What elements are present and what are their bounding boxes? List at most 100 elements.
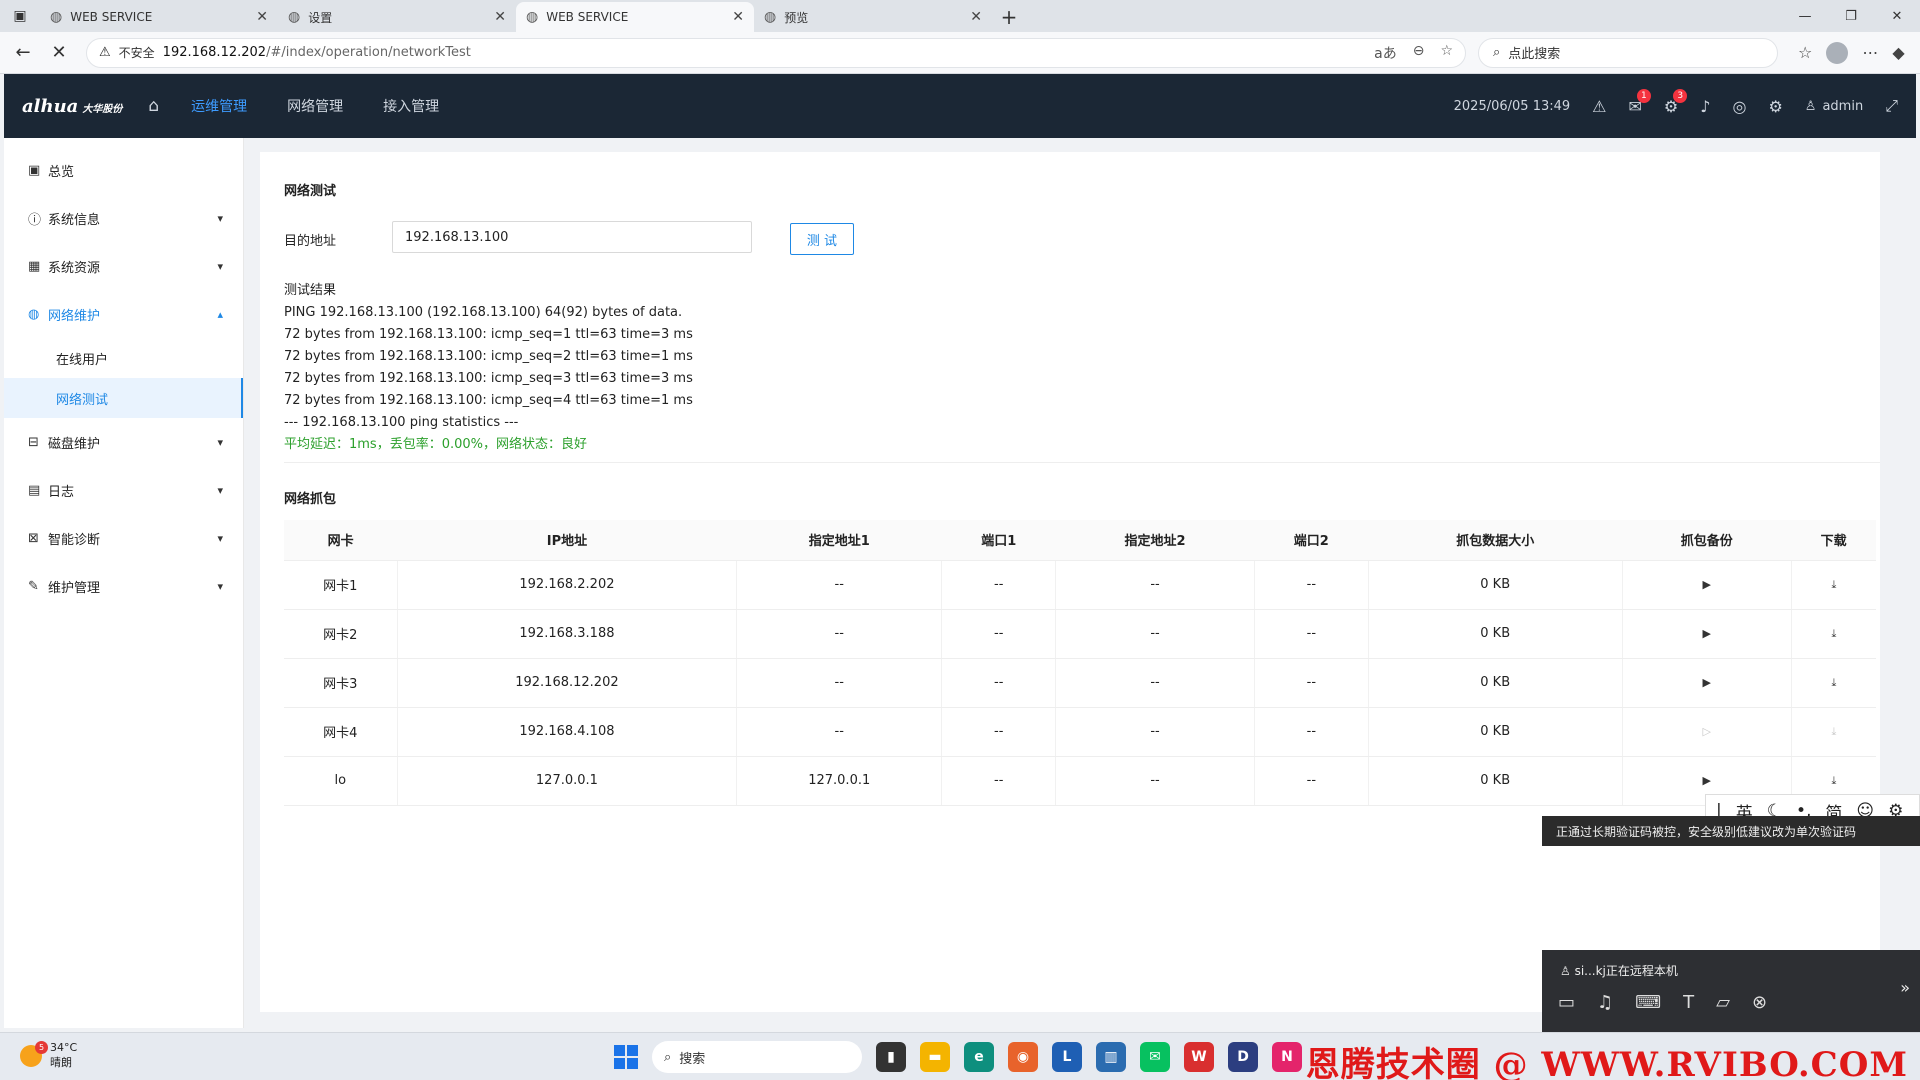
url-text[interactable]: 192.168.12.202/#/index/operation/network… xyxy=(163,45,1366,60)
close-icon[interactable]: ✕ xyxy=(256,9,268,25)
info-icon: ⓘ xyxy=(28,212,42,228)
nav-network[interactable]: 网络管理 xyxy=(287,96,343,116)
test-button[interactable]: 测 试 xyxy=(790,223,854,255)
minimize-icon[interactable]: — xyxy=(1782,0,1828,32)
nic-cell: 网卡3 xyxy=(284,658,398,708)
tab-label: 预览 xyxy=(784,10,809,25)
back-icon[interactable]: ← xyxy=(8,38,38,68)
wechat-icon[interactable]: ✉ xyxy=(1140,1042,1170,1072)
language-icon[interactable]: ◎ xyxy=(1732,97,1746,116)
chat-icon[interactable]: ▭ xyxy=(1558,992,1575,1013)
fullscreen-icon[interactable]: ⤢ xyxy=(1885,96,1898,116)
download-icon[interactable]: ⤓ xyxy=(1831,627,1836,640)
table-row: 网卡3 192.168.12.202 -- -- -- -- 0 KB ▶ ⤓ xyxy=(284,658,1876,708)
download-icon[interactable]: ⤓ xyxy=(1831,774,1836,787)
capture-table: 网卡 IP地址 指定地址1 端口1 指定地址2 端口2 抓包数据大小 抓包备份 … xyxy=(284,520,1876,806)
text-icon[interactable]: T xyxy=(1683,992,1694,1013)
play-icon[interactable]: ▶ xyxy=(1702,627,1710,640)
globe-icon: ◍ xyxy=(288,9,301,25)
folder-transfer-icon[interactable]: ▱ xyxy=(1716,992,1730,1013)
settings-icon[interactable]: ⚙ xyxy=(1768,97,1782,116)
sidebar-item-system-info[interactable]: ⓘ 系统信息 ▾ xyxy=(4,194,243,242)
dest-address-input[interactable] xyxy=(392,221,752,253)
play-icon[interactable]: ▶ xyxy=(1702,676,1710,689)
browser-tab-4[interactable]: ◍ 预览 ✕ xyxy=(754,2,992,32)
url-actions: aあ ⊖ ☆ xyxy=(1374,43,1453,63)
favorites-icon[interactable]: ☆ xyxy=(1798,43,1812,62)
browser-tab-2[interactable]: ◍ 设置 ✕ xyxy=(278,2,516,32)
sidebar-item-maintenance-management[interactable]: ✎ 维护管理 ▾ xyxy=(4,562,243,610)
chevron-down-icon: ▾ xyxy=(217,579,223,593)
table-row: 网卡2 192.168.3.188 -- -- -- -- 0 KB ▶ ⤓ xyxy=(284,609,1876,659)
file-explorer-icon[interactable]: ▬ xyxy=(920,1042,950,1072)
restore-icon[interactable]: ❐ xyxy=(1828,0,1874,32)
app-icon-orange[interactable]: ◉ xyxy=(1008,1042,1038,1072)
tab-actions-icon[interactable]: ▣ xyxy=(0,0,40,32)
collapse-icon[interactable]: » xyxy=(1900,978,1910,997)
search-icon: ⌕ xyxy=(1493,45,1501,60)
browser-tab-3[interactable]: ◍ WEB SERVICE ✕ xyxy=(516,2,754,32)
sidebar-item-log[interactable]: ▤ 日志 ▾ xyxy=(4,466,243,514)
sidebar-item-diagnosis[interactable]: ⊠ 智能诊断 ▾ xyxy=(4,514,243,562)
download-icon[interactable]: ⤓ xyxy=(1831,578,1836,591)
microphone-icon[interactable]: ♫ xyxy=(1597,992,1613,1013)
nav-access[interactable]: 接入管理 xyxy=(383,96,439,116)
port2-cell: -- xyxy=(1254,707,1369,757)
audio-icon[interactable]: ♪ xyxy=(1700,97,1710,116)
sidebar-item-disk-maintenance[interactable]: ⊟ 磁盘维护 ▾ xyxy=(4,418,243,466)
sidebar-item-overview[interactable]: ▣ 总览 xyxy=(4,146,243,194)
app-icon-pink[interactable]: N xyxy=(1272,1042,1302,1072)
browser-search-box[interactable]: ⌕ 点此搜索 xyxy=(1478,37,1778,68)
app-icon-blue[interactable]: L xyxy=(1052,1042,1082,1072)
backup-cell: ▶ xyxy=(1622,560,1792,610)
copilot-icon[interactable]: ◆ xyxy=(1892,43,1904,62)
taskbar-search[interactable]: ⌕ 搜索 xyxy=(652,1041,862,1073)
notification-icon[interactable]: ⚙ 3 xyxy=(1664,88,1688,116)
download-cell: ⤓ xyxy=(1791,707,1876,757)
play-icon[interactable]: ▶ xyxy=(1702,578,1710,591)
more-menu-icon[interactable]: ⋯ xyxy=(1862,43,1878,62)
wps-icon[interactable]: W xyxy=(1184,1042,1214,1072)
nav-operations[interactable]: 运维管理 xyxy=(191,96,247,116)
alarm-icon[interactable]: ⚠ xyxy=(1592,97,1606,116)
addr2-cell: -- xyxy=(1055,756,1255,806)
stop-loading-icon[interactable]: ✕ xyxy=(44,38,74,68)
user-menu[interactable]: ♙ admin xyxy=(1805,99,1863,114)
sidebar-item-network-maintenance[interactable]: ◍ 网络维护 ▴ xyxy=(4,290,243,338)
app-icon-dark[interactable]: D xyxy=(1228,1042,1258,1072)
sidebar-item-label: 系统信息 xyxy=(48,212,101,228)
sidebar-subitem-online-users[interactable]: 在线用户 xyxy=(4,338,243,378)
sidebar-subitem-network-test[interactable]: 网络测试 xyxy=(4,378,243,418)
url-field[interactable]: ⚠ 不安全 192.168.12.202/#/index/operation/n… xyxy=(86,37,1466,68)
addr2-cell: -- xyxy=(1055,658,1255,708)
windows-start-icon[interactable] xyxy=(614,1045,638,1069)
weather-widget[interactable]: 5 34°C 晴朗 xyxy=(20,1040,77,1070)
close-icon[interactable]: ✕ xyxy=(732,9,744,25)
result-summary: 平均延迟：1ms，丢包率：0.00%，网络状态：良好 xyxy=(284,437,588,452)
task-view-icon[interactable]: ▮ xyxy=(876,1042,906,1072)
edge-icon[interactable]: e xyxy=(964,1042,994,1072)
new-tab-button[interactable]: + xyxy=(992,2,1026,32)
disconnect-icon[interactable]: ⊗ xyxy=(1752,992,1767,1013)
keyboard-icon[interactable]: ⌨ xyxy=(1635,992,1661,1013)
message-icon[interactable]: ✉ 1 xyxy=(1629,88,1651,116)
play-icon[interactable]: ▶ xyxy=(1702,774,1710,787)
reader-icon[interactable]: ⊖ xyxy=(1413,43,1425,63)
close-icon[interactable]: ✕ xyxy=(494,9,506,25)
browser-tab-1[interactable]: ◍ WEB SERVICE ✕ xyxy=(40,2,278,32)
store-icon[interactable]: ▥ xyxy=(1096,1042,1126,1072)
sidebar-item-system-resources[interactable]: ▦ 系统资源 ▾ xyxy=(4,242,243,290)
nic-cell: 网卡2 xyxy=(284,609,398,659)
close-icon[interactable]: ✕ xyxy=(970,9,982,25)
download-icon[interactable]: ⤓ xyxy=(1831,676,1836,689)
translate-icon[interactable]: aあ xyxy=(1374,43,1397,63)
watermark: 恩腾技术圈 @ WWW.RVIBO.COM xyxy=(1305,1045,1908,1080)
home-icon[interactable]: ⌂ xyxy=(148,96,159,116)
profile-avatar[interactable] xyxy=(1826,41,1849,64)
sidebar-item-label: 系统资源 xyxy=(48,260,101,276)
security-toast: 正通过长期验证码被控，安全级别低建议改为单次验证码 xyxy=(1542,816,1920,846)
sun-icon: 5 xyxy=(20,1040,48,1067)
favorite-star-icon[interactable]: ☆ xyxy=(1440,43,1453,63)
close-window-icon[interactable]: ✕ xyxy=(1874,0,1920,32)
result-line: 72 bytes from 192.168.13.100: icmp_seq=3… xyxy=(284,371,693,386)
